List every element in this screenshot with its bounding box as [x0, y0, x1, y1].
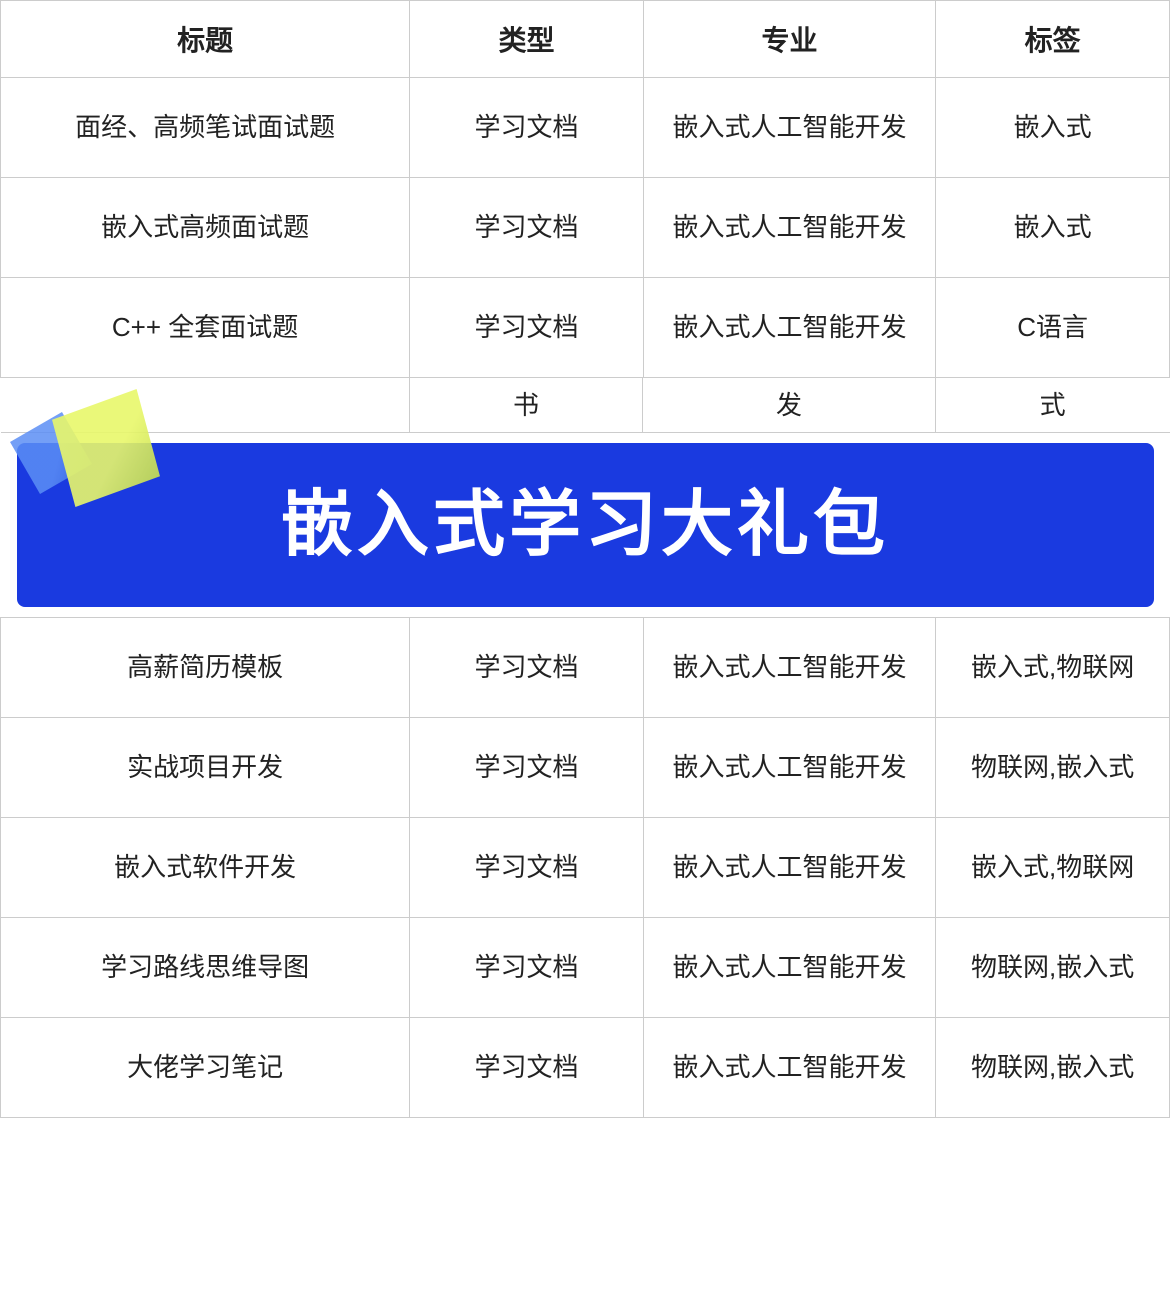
cell-tag: C语言 — [936, 278, 1170, 378]
table-row: 大佬学习笔记 学习文档 嵌入式人工智能开发 物联网,嵌入式 — [1, 1018, 1170, 1118]
table-header: 标题 类型 专业 标签 — [1, 1, 1170, 78]
cell-type: 学习文档 — [410, 1018, 644, 1118]
header-type: 类型 — [410, 1, 644, 78]
partial-major: 发 — [643, 378, 935, 432]
cell-title: 大佬学习笔记 — [1, 1018, 410, 1118]
cell-major: 嵌入式人工智能开发 — [643, 178, 935, 278]
table-row: 实战项目开发 学习文档 嵌入式人工智能开发 物联网,嵌入式 — [1, 718, 1170, 818]
cell-title: 学习路线思维导图 — [1, 918, 410, 1018]
cell-title: C++ 全套面试题 — [1, 278, 410, 378]
table-row: 嵌入式高频面试题 学习文档 嵌入式人工智能开发 嵌入式 — [1, 178, 1170, 278]
cell-tag: 物联网,嵌入式 — [936, 718, 1170, 818]
banner-background: 嵌入式学习大礼包 — [17, 443, 1154, 607]
cell-tag: 物联网,嵌入式 — [936, 918, 1170, 1018]
cell-major: 嵌入式人工智能开发 — [643, 1018, 935, 1118]
partial-type: 书 — [410, 378, 644, 432]
cell-title: 嵌入式高频面试题 — [1, 178, 410, 278]
cell-type: 学习文档 — [410, 918, 644, 1018]
cell-tag: 嵌入式 — [936, 78, 1170, 178]
cell-title: 实战项目开发 — [1, 718, 410, 818]
table-row: 学习路线思维导图 学习文档 嵌入式人工智能开发 物联网,嵌入式 — [1, 918, 1170, 1018]
main-table: 标题 类型 专业 标签 面经、高频笔试面试题 学习文档 嵌入式人工智能开发 嵌入… — [0, 0, 1170, 1118]
table-body: 面经、高频笔试面试题 学习文档 嵌入式人工智能开发 嵌入式 嵌入式高频面试题 学… — [1, 78, 1170, 1118]
cell-major: 嵌入式人工智能开发 — [643, 718, 935, 818]
cell-type: 学习文档 — [410, 818, 644, 918]
cell-tag: 物联网,嵌入式 — [936, 1018, 1170, 1118]
cell-type: 学习文档 — [410, 78, 644, 178]
table-row: C++ 全套面试题 学习文档 嵌入式人工智能开发 C语言 — [1, 278, 1170, 378]
cell-major: 嵌入式人工智能开发 — [643, 918, 935, 1018]
cell-major: 嵌入式人工智能开发 — [643, 78, 935, 178]
cell-title: 嵌入式软件开发 — [1, 818, 410, 918]
cell-major: 嵌入式人工智能开发 — [643, 818, 935, 918]
cell-title: 面经、高频笔试面试题 — [1, 78, 410, 178]
cell-type: 学习文档 — [410, 618, 644, 718]
cell-type: 学习文档 — [410, 718, 644, 818]
table-row: 高薪简历模板 学习文档 嵌入式人工智能开发 嵌入式,物联网 — [1, 618, 1170, 718]
banner-row: 书 发 式 嵌入式学习大礼包 — [1, 378, 1170, 618]
cell-tag: 嵌入式,物联网 — [936, 618, 1170, 718]
table-row: 面经、高频笔试面试题 学习文档 嵌入式人工智能开发 嵌入式 — [1, 78, 1170, 178]
table-row: 嵌入式软件开发 学习文档 嵌入式人工智能开发 嵌入式,物联网 — [1, 818, 1170, 918]
banner-text: 嵌入式学习大礼包 — [47, 471, 1124, 579]
cell-tag: 嵌入式,物联网 — [936, 818, 1170, 918]
header-title: 标题 — [1, 1, 410, 78]
partial-tag: 式 — [936, 378, 1170, 432]
header-major: 专业 — [643, 1, 935, 78]
cell-major: 嵌入式人工智能开发 — [643, 278, 935, 378]
cell-type: 学习文档 — [410, 278, 644, 378]
cell-type: 学习文档 — [410, 178, 644, 278]
header-tag: 标签 — [936, 1, 1170, 78]
cell-title: 高薪简历模板 — [1, 618, 410, 718]
cell-tag: 嵌入式 — [936, 178, 1170, 278]
banner-wrapper: 嵌入式学习大礼包 — [1, 433, 1170, 617]
cell-major: 嵌入式人工智能开发 — [643, 618, 935, 718]
table-container: 标题 类型 专业 标签 面经、高频笔试面试题 学习文档 嵌入式人工智能开发 嵌入… — [0, 0, 1170, 1118]
